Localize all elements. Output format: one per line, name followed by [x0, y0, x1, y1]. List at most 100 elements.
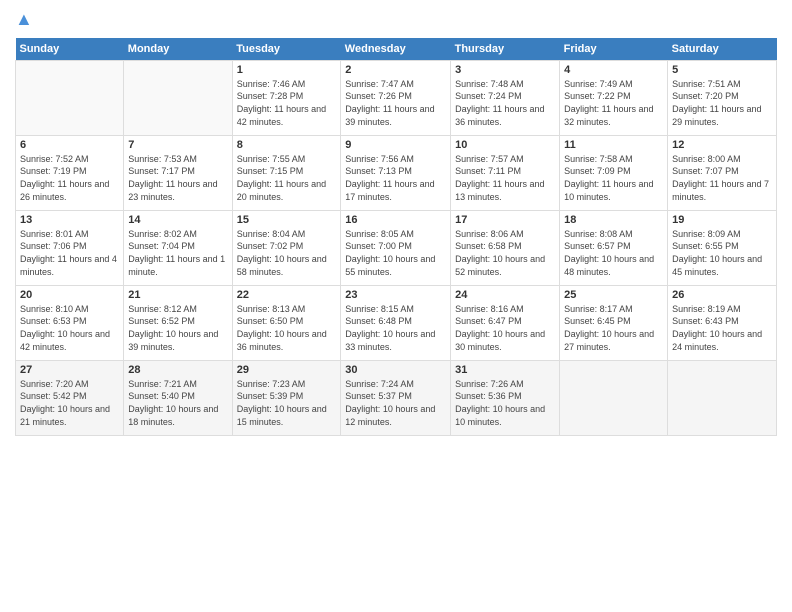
day-number: 26	[672, 289, 772, 301]
day-info: Sunrise: 8:01 AM Sunset: 7:06 PM Dayligh…	[20, 228, 119, 278]
logo: ▲	[15, 10, 33, 30]
day-number: 8	[237, 139, 337, 151]
calendar-cell: 16 Sunrise: 8:05 AM Sunset: 7:00 PM Dayli…	[341, 210, 451, 285]
calendar-cell: 14 Sunrise: 8:02 AM Sunset: 7:04 PM Dayli…	[124, 210, 232, 285]
calendar-cell	[668, 360, 777, 435]
day-info: Sunrise: 8:17 AM Sunset: 6:45 PM Dayligh…	[564, 303, 663, 353]
day-info: Sunrise: 7:49 AM Sunset: 7:22 PM Dayligh…	[564, 78, 663, 128]
calendar-cell: 25Sunrise: 8:17 AM Sunset: 6:45 PM Dayli…	[560, 285, 668, 360]
calendar-cell: 10 Sunrise: 7:57 AM Sunset: 7:11 PM Dayli…	[451, 135, 560, 210]
day-number: 14	[128, 214, 227, 226]
day-info: Sunrise: 8:16 AM Sunset: 6:47 PM Dayligh…	[455, 303, 555, 353]
day-info: Sunrise: 7:57 AM Sunset: 7:11 PM Dayligh…	[455, 153, 555, 203]
calendar-cell: 1Sunrise: 7:46 AM Sunset: 7:28 PM Daylig…	[232, 60, 341, 135]
day-number: 21	[128, 289, 227, 301]
day-info: Sunrise: 7:55 AM Sunset: 7:15 PM Dayligh…	[237, 153, 337, 203]
calendar-cell	[16, 60, 124, 135]
day-info: Sunrise: 8:19 AM Sunset: 6:43 PM Dayligh…	[672, 303, 772, 353]
day-info: Sunrise: 7:58 AM Sunset: 7:09 PM Dayligh…	[564, 153, 663, 203]
calendar-week-2: 6Sunrise: 7:52 AM Sunset: 7:19 PM Daylig…	[16, 135, 777, 210]
day-info: Sunrise: 8:04 AM Sunset: 7:02 PM Dayligh…	[237, 228, 337, 278]
calendar-cell: 13 Sunrise: 8:01 AM Sunset: 7:06 PM Dayli…	[16, 210, 124, 285]
day-info: Sunrise: 8:00 AM Sunset: 7:07 PM Dayligh…	[672, 153, 772, 203]
col-header-wednesday: Wednesday	[341, 38, 451, 61]
day-number: 16	[345, 214, 446, 226]
calendar-cell: 11 Sunrise: 7:58 AM Sunset: 7:09 PM Dayli…	[560, 135, 668, 210]
header: ▲	[15, 10, 777, 30]
col-header-saturday: Saturday	[668, 38, 777, 61]
calendar-cell	[560, 360, 668, 435]
calendar-table: SundayMondayTuesdayWednesdayThursdayFrid…	[15, 38, 777, 436]
day-info: Sunrise: 7:56 AM Sunset: 7:13 PM Dayligh…	[345, 153, 446, 203]
calendar-cell: 23 Sunrise: 8:15 AM Sunset: 6:48 PM Dayli…	[341, 285, 451, 360]
day-number: 29	[237, 364, 337, 376]
calendar-week-1: 1Sunrise: 7:46 AM Sunset: 7:28 PM Daylig…	[16, 60, 777, 135]
day-info: Sunrise: 8:13 AM Sunset: 6:50 PM Dayligh…	[237, 303, 337, 353]
day-number: 20	[20, 289, 119, 301]
day-number: 24	[455, 289, 555, 301]
calendar-cell: 30 Sunrise: 7:24 AM Sunset: 5:37 PM Dayli…	[341, 360, 451, 435]
calendar-cell: 17 Sunrise: 8:06 AM Sunset: 6:58 PM Dayli…	[451, 210, 560, 285]
day-info: Sunrise: 8:05 AM Sunset: 7:00 PM Dayligh…	[345, 228, 446, 278]
calendar-cell: 26 Sunrise: 8:19 AM Sunset: 6:43 PM Dayli…	[668, 285, 777, 360]
calendar-week-4: 20 Sunrise: 8:10 AM Sunset: 6:53 PM Dayli…	[16, 285, 777, 360]
day-number: 17	[455, 214, 555, 226]
day-number: 13	[20, 214, 119, 226]
day-number: 19	[672, 214, 772, 226]
col-header-tuesday: Tuesday	[232, 38, 341, 61]
day-number: 7	[128, 139, 227, 151]
day-number: 6	[20, 139, 119, 151]
day-number: 2	[345, 64, 446, 76]
day-info: Sunrise: 7:47 AM Sunset: 7:26 PM Dayligh…	[345, 78, 446, 128]
calendar-cell: 2 Sunrise: 7:47 AM Sunset: 7:26 PM Daylig…	[341, 60, 451, 135]
day-info: Sunrise: 8:06 AM Sunset: 6:58 PM Dayligh…	[455, 228, 555, 278]
day-number: 18	[564, 214, 663, 226]
day-number: 27	[20, 364, 119, 376]
day-number: 31	[455, 364, 555, 376]
calendar-week-3: 13 Sunrise: 8:01 AM Sunset: 7:06 PM Dayli…	[16, 210, 777, 285]
calendar-cell: 7 Sunrise: 7:53 AM Sunset: 7:17 PM Daylig…	[124, 135, 232, 210]
calendar-cell: 24 Sunrise: 8:16 AM Sunset: 6:47 PM Dayli…	[451, 285, 560, 360]
day-info: Sunrise: 7:21 AM Sunset: 5:40 PM Dayligh…	[128, 378, 227, 428]
calendar-cell: 19 Sunrise: 8:09 AM Sunset: 6:55 PM Dayli…	[668, 210, 777, 285]
day-info: Sunrise: 7:53 AM Sunset: 7:17 PM Dayligh…	[128, 153, 227, 203]
day-info: Sunrise: 8:12 AM Sunset: 6:52 PM Dayligh…	[128, 303, 227, 353]
logo-text: ▲	[15, 10, 33, 30]
day-number: 4	[564, 64, 663, 76]
calendar-cell: 20 Sunrise: 8:10 AM Sunset: 6:53 PM Dayli…	[16, 285, 124, 360]
day-number: 30	[345, 364, 446, 376]
day-info: Sunrise: 7:26 AM Sunset: 5:36 PM Dayligh…	[455, 378, 555, 428]
calendar-cell: 8 Sunrise: 7:55 AM Sunset: 7:15 PM Daylig…	[232, 135, 341, 210]
calendar-cell: 15 Sunrise: 8:04 AM Sunset: 7:02 PM Dayli…	[232, 210, 341, 285]
day-number: 5	[672, 64, 772, 76]
day-number: 10	[455, 139, 555, 151]
calendar-cell: 18Sunrise: 8:08 AM Sunset: 6:57 PM Dayli…	[560, 210, 668, 285]
calendar-cell: 4 Sunrise: 7:49 AM Sunset: 7:22 PM Daylig…	[560, 60, 668, 135]
day-info: Sunrise: 7:24 AM Sunset: 5:37 PM Dayligh…	[345, 378, 446, 428]
day-number: 12	[672, 139, 772, 151]
day-info: Sunrise: 7:46 AM Sunset: 7:28 PM Dayligh…	[237, 78, 337, 128]
calendar-cell: 22Sunrise: 8:13 AM Sunset: 6:50 PM Dayli…	[232, 285, 341, 360]
day-info: Sunrise: 8:02 AM Sunset: 7:04 PM Dayligh…	[128, 228, 227, 278]
day-number: 11	[564, 139, 663, 151]
calendar-cell: 3 Sunrise: 7:48 AM Sunset: 7:24 PM Daylig…	[451, 60, 560, 135]
calendar-cell: 27Sunrise: 7:20 AM Sunset: 5:42 PM Dayli…	[16, 360, 124, 435]
calendar-week-5: 27Sunrise: 7:20 AM Sunset: 5:42 PM Dayli…	[16, 360, 777, 435]
calendar-cell: 5Sunrise: 7:51 AM Sunset: 7:20 PM Daylig…	[668, 60, 777, 135]
col-header-thursday: Thursday	[451, 38, 560, 61]
day-info: Sunrise: 8:15 AM Sunset: 6:48 PM Dayligh…	[345, 303, 446, 353]
day-number: 23	[345, 289, 446, 301]
col-header-sunday: Sunday	[16, 38, 124, 61]
calendar-cell: 9 Sunrise: 7:56 AM Sunset: 7:13 PM Daylig…	[341, 135, 451, 210]
day-info: Sunrise: 7:48 AM Sunset: 7:24 PM Dayligh…	[455, 78, 555, 128]
calendar-cell: 29Sunrise: 7:23 AM Sunset: 5:39 PM Dayli…	[232, 360, 341, 435]
calendar-cell: 28Sunrise: 7:21 AM Sunset: 5:40 PM Dayli…	[124, 360, 232, 435]
calendar-cell: 21 Sunrise: 8:12 AM Sunset: 6:52 PM Dayli…	[124, 285, 232, 360]
day-info: Sunrise: 8:10 AM Sunset: 6:53 PM Dayligh…	[20, 303, 119, 353]
day-info: Sunrise: 8:09 AM Sunset: 6:55 PM Dayligh…	[672, 228, 772, 278]
day-number: 9	[345, 139, 446, 151]
calendar-cell: 12 Sunrise: 8:00 AM Sunset: 7:07 PM Dayli…	[668, 135, 777, 210]
day-number: 3	[455, 64, 555, 76]
calendar-cell	[124, 60, 232, 135]
day-number: 15	[237, 214, 337, 226]
